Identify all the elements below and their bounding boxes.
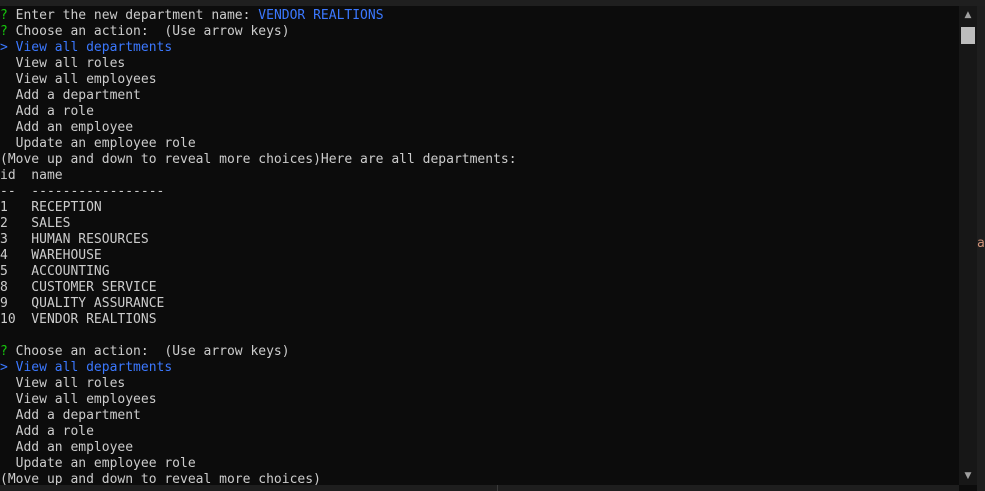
triangle-down-icon[interactable]: ▼	[959, 467, 977, 485]
terminal-line: -- -----------------	[0, 184, 164, 200]
terminal-text: View all employees	[0, 392, 157, 407]
terminal-text: View all employees	[0, 72, 157, 87]
terminal-text: 1 RECEPTION	[0, 200, 102, 215]
terminal-line: Add a role	[0, 104, 94, 120]
terminal-text: Add a department	[0, 408, 141, 423]
terminal-line: > View all departments	[0, 360, 172, 376]
terminal-line: 2 SALES	[0, 216, 70, 232]
terminal-text: Add a department	[0, 88, 141, 103]
terminal-line: 8 CUSTOMER SERVICE	[0, 280, 157, 296]
prompt-question-mark: ?	[0, 8, 16, 23]
terminal-text: Choose an action: (Use arrow keys)	[15, 344, 290, 359]
terminal-text: Update an employee role	[0, 456, 196, 471]
terminal-line: 1 RECEPTION	[0, 200, 102, 216]
terminal-line: Update an employee role	[0, 456, 196, 472]
terminal-line: > View all departments	[0, 40, 172, 56]
terminal-text: 3 HUMAN RESOURCES	[0, 232, 149, 247]
terminal-line: 4 WAREHOUSE	[0, 248, 102, 264]
terminal-text: Enter the new department name:	[15, 8, 259, 23]
terminal-line: ? Choose an action: (Use arrow keys)	[0, 24, 290, 40]
highlighted-text: VENDOR REALTIONS	[258, 8, 384, 23]
terminal-line: View all roles	[0, 56, 126, 72]
terminal-line: ? Enter the new department name: VENDOR …	[0, 8, 384, 24]
terminal-line: View all roles	[0, 376, 126, 392]
triangle-up-icon[interactable]: ▲	[959, 6, 977, 24]
terminal-text: 2 SALES	[0, 216, 71, 231]
terminal-text: View all roles	[0, 56, 126, 71]
terminal-text: View all roles	[0, 376, 126, 391]
terminal-text: 5 ACCOUNTING	[0, 264, 110, 279]
vertical-scrollbar[interactable]: ▲ ▼	[959, 6, 977, 485]
terminal-line: ? Choose an action: (Use arrow keys)	[0, 344, 290, 360]
terminal-line: View all employees	[0, 72, 157, 88]
editor-edge-text: a	[977, 236, 985, 251]
terminal-line: 9 QUALITY ASSURANCE	[0, 296, 164, 312]
terminal-line: Add a department	[0, 408, 141, 424]
terminal-line: View all employees	[0, 392, 157, 408]
prompt-question-mark: ?	[0, 24, 16, 39]
terminal-output[interactable]: ? Enter the new department name: VENDOR …	[0, 6, 959, 491]
terminal-text: 8 CUSTOMER SERVICE	[0, 280, 157, 295]
terminal-line: Add an employee	[0, 440, 133, 456]
terminal-text: 4 WAREHOUSE	[0, 248, 102, 263]
terminal-text: Add an employee	[0, 440, 134, 455]
terminal-text: Add a role	[0, 104, 94, 119]
terminal-line: Add a department	[0, 88, 141, 104]
scrollbar-thumb[interactable]	[961, 27, 975, 44]
terminal-line: Add a role	[0, 424, 94, 440]
bottom-divider	[497, 485, 498, 491]
terminal-line: 3 HUMAN RESOURCES	[0, 232, 149, 248]
terminal-text: Update an employee role	[0, 136, 196, 151]
terminal-text: Choose an action: (Use arrow keys)	[15, 24, 290, 39]
terminal-text: Add a role	[0, 424, 94, 439]
terminal-text: 9 QUALITY ASSURANCE	[0, 296, 165, 311]
highlighted-text: > View all departments	[0, 40, 173, 55]
terminal-text: -- -----------------	[0, 184, 165, 199]
terminal-text: Add an employee	[0, 120, 134, 135]
terminal-line: 10 VENDOR REALTIONS	[0, 312, 157, 328]
terminal-line: 5 ACCOUNTING	[0, 264, 110, 280]
terminal-text: id name	[0, 168, 63, 183]
terminal-line: id name	[0, 168, 63, 184]
terminal-line: Add an employee	[0, 120, 133, 136]
prompt-question-mark: ?	[0, 344, 16, 359]
highlighted-text: > View all departments	[0, 360, 173, 375]
terminal-text: 10 VENDOR REALTIONS	[0, 312, 157, 327]
terminal-text: (Move up and down to reveal more choices…	[0, 152, 517, 167]
bottom-strip	[0, 485, 959, 491]
terminal-line: (Move up and down to reveal more choices…	[0, 152, 517, 168]
terminal-line: Update an employee role	[0, 136, 196, 152]
